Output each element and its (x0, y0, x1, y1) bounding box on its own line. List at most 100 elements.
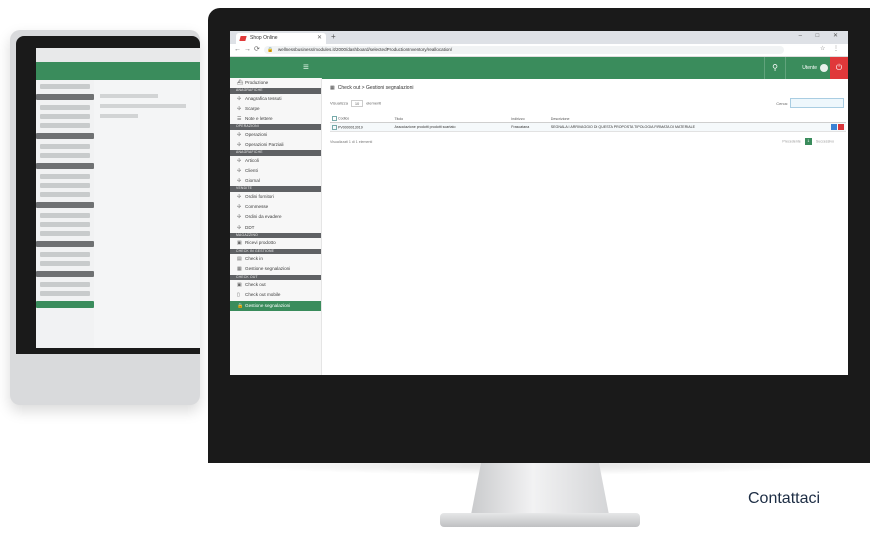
cell-text: Associazione prodotti prodotti scartato (394, 125, 456, 129)
sidebar-item-label: Gestione segnalazioni (245, 266, 291, 272)
user-menu[interactable]: Utente (802, 63, 828, 73)
cell-text: SEGNALA I ARRIVAGGIO DI QUESTA PROPOSTA … (550, 125, 696, 129)
sidebar-item-label: Ricevi prodotto (245, 240, 276, 246)
contact-link[interactable]: Contattaci (748, 490, 820, 508)
sidebar-item[interactable]: ▣ Ricevi prodotto (230, 238, 321, 248)
sidebar-item[interactable]: ✢ Commesse (230, 202, 321, 212)
sidebar-item[interactable]: ✢ Ordini fornitori (230, 192, 321, 202)
box-icon: ▣ (237, 240, 242, 247)
avatar (820, 63, 828, 72)
bars-icon: ☰ (237, 116, 242, 123)
sidebar-item[interactable]: ⛴ Produzione (230, 78, 321, 88)
front-monitor-screen: Shop Online ✕ + – □ ✕ ←→⟳ 🔒 wellnessbusi… (230, 31, 848, 375)
extension-icons[interactable]: ☆ ⋮ (820, 45, 842, 52)
sidebar-item[interactable]: ✢ Articoli (230, 156, 321, 166)
url-text: wellnessbusiness/modules.it/2000/dashboa… (278, 47, 453, 52)
lock-icon: 🔒 (237, 302, 244, 309)
grid-icon: ▦ (237, 266, 242, 273)
tab-title: Shop Online (250, 35, 278, 41)
sidebar-item-label: Ordini da evadere (245, 214, 282, 220)
address-bar-row: ←→⟳ 🔒 wellnessbusiness/modules.it/2000/d… (230, 44, 848, 57)
sidebar-item[interactable]: ☰ Note e lettere (230, 114, 321, 124)
sidebar-item[interactable]: ✢ Scarpe (230, 104, 321, 114)
table-row[interactable]: PV0000013019 Associazione prodotti prodot… (330, 122, 846, 132)
column-header[interactable]: Codice (330, 115, 393, 123)
sidebar-item[interactable]: ✢ Operazioni Parziali (230, 140, 321, 150)
reports-table: Codice Titolo Indirizzo Descrizione PV00000… (330, 115, 846, 132)
plus-icon: ✢ (237, 105, 242, 112)
browser-tab[interactable]: Shop Online ✕ (236, 33, 326, 44)
lock-icon: 🔒 (267, 47, 274, 53)
breadcrumb-text: Check out > Gestioni segnalazioni (337, 85, 414, 91)
table-cell: PV0000013019 (330, 122, 393, 132)
sidebar-item[interactable]: ✢ Operazioni (230, 130, 321, 140)
sidebar-item[interactable]: ▤ Check in (230, 254, 321, 264)
sidebar-item-label: Check out mobile (245, 292, 281, 298)
app-header: ≡ ⚲ Utente ⏻ (230, 57, 848, 79)
column-header-label: Titolo (394, 116, 404, 121)
column-header-label: Descrizione (550, 116, 570, 121)
sidebar-item-label: Check in (245, 256, 263, 262)
monitor-stand-base (440, 513, 640, 527)
back-monitor-screen (36, 48, 200, 348)
column-header[interactable] (815, 115, 846, 123)
url-field[interactable]: 🔒 wellnessbusiness/modules.it/2000/dashb… (264, 46, 784, 54)
sidebar-item-label: DDT (245, 224, 255, 230)
table-header-row: Codice Titolo Indirizzo Descrizione (330, 115, 846, 123)
sidebar-item-label: Note e lettere (245, 116, 273, 122)
column-header[interactable]: Titolo (392, 115, 510, 123)
column-header[interactable]: Descrizione (548, 115, 816, 123)
column-header[interactable]: Indirizzo (509, 115, 549, 123)
sidebar-item-label: Produzione (245, 80, 269, 85)
show-label: Visualizza (330, 100, 348, 106)
plus-icon: ✢ (237, 95, 242, 102)
sidebar-item-label: Check out (245, 282, 266, 288)
monitor-stand (470, 462, 610, 520)
search-icon[interactable]: ⚲ (764, 57, 786, 79)
sidebar-item[interactable]: ✢ Clienti (230, 166, 321, 176)
window-controls[interactable]: – □ ✕ (799, 32, 844, 39)
browser-tab-bar: Shop Online ✕ + – □ ✕ (230, 31, 848, 44)
plus-icon: ✢ (237, 178, 242, 185)
edit-button[interactable] (831, 124, 837, 130)
sidebar-item[interactable]: ✢ Ordini da evadere (230, 212, 321, 222)
power-icon[interactable]: ⏻ (830, 57, 848, 79)
back-sidebar (36, 80, 94, 348)
sidebar-item[interactable]: ▯ Check out mobile (230, 290, 321, 300)
back-main-content (100, 88, 196, 128)
sidebar-item-label: Commesse (245, 204, 269, 210)
table-info: Visualizzati 1 di 1 elementi (330, 140, 373, 144)
nav-buttons[interactable]: ←→⟳ (234, 45, 263, 53)
sidebar-item[interactable]: 🔒 Gestione segnalazioni (230, 300, 321, 311)
sidebar-item-label: Clienti (245, 168, 258, 174)
row-checkbox[interactable] (332, 124, 337, 130)
show-entries-control: Visualizza 10 elementi (330, 100, 381, 107)
sidebar-item[interactable]: ✢ Anagrafica tessuti (230, 94, 321, 104)
show-suffix: elementi (366, 100, 382, 106)
sidebar-item[interactable]: ✢ Giornal (230, 176, 321, 186)
tab-close-icon[interactable]: ✕ (317, 33, 322, 44)
sidebar-item-label: Operazioni Parziali (245, 142, 284, 148)
column-header-label: Indirizzo (511, 116, 525, 121)
table-cell: Associazione prodotti prodotti scartato (392, 122, 510, 132)
plus-icon: ✢ (237, 224, 242, 231)
pager-prev[interactable]: Precedente (782, 139, 800, 143)
table-search-input[interactable] (790, 98, 844, 108)
plus-icon: ✢ (237, 131, 242, 138)
hamburger-icon[interactable]: ≡ (303, 63, 309, 73)
pager-next[interactable]: Successivo (816, 139, 834, 143)
new-tab-button[interactable]: + (331, 32, 336, 41)
show-entries-select[interactable]: 10 (351, 100, 364, 107)
back-monitor-bezel (16, 36, 200, 354)
pager-current[interactable]: 1 (804, 138, 812, 145)
table-body: PV0000013019 Associazione prodotti prodot… (330, 122, 846, 132)
delete-button[interactable] (838, 124, 844, 130)
sidebar-item[interactable]: ✢ DDT (230, 223, 321, 233)
select-all-checkbox[interactable] (332, 116, 337, 121)
sidebar-item[interactable]: ▣ Check out (230, 280, 321, 290)
back-browser-bar (36, 48, 200, 62)
main-content: ▦ Check out > Gestioni segnalazioni Visua… (322, 78, 848, 375)
sidebar-item-label: Operazioni (245, 131, 268, 137)
site-favicon-icon (239, 36, 247, 41)
sidebar-item[interactable]: ▦ Gestione segnalazioni (230, 264, 321, 274)
